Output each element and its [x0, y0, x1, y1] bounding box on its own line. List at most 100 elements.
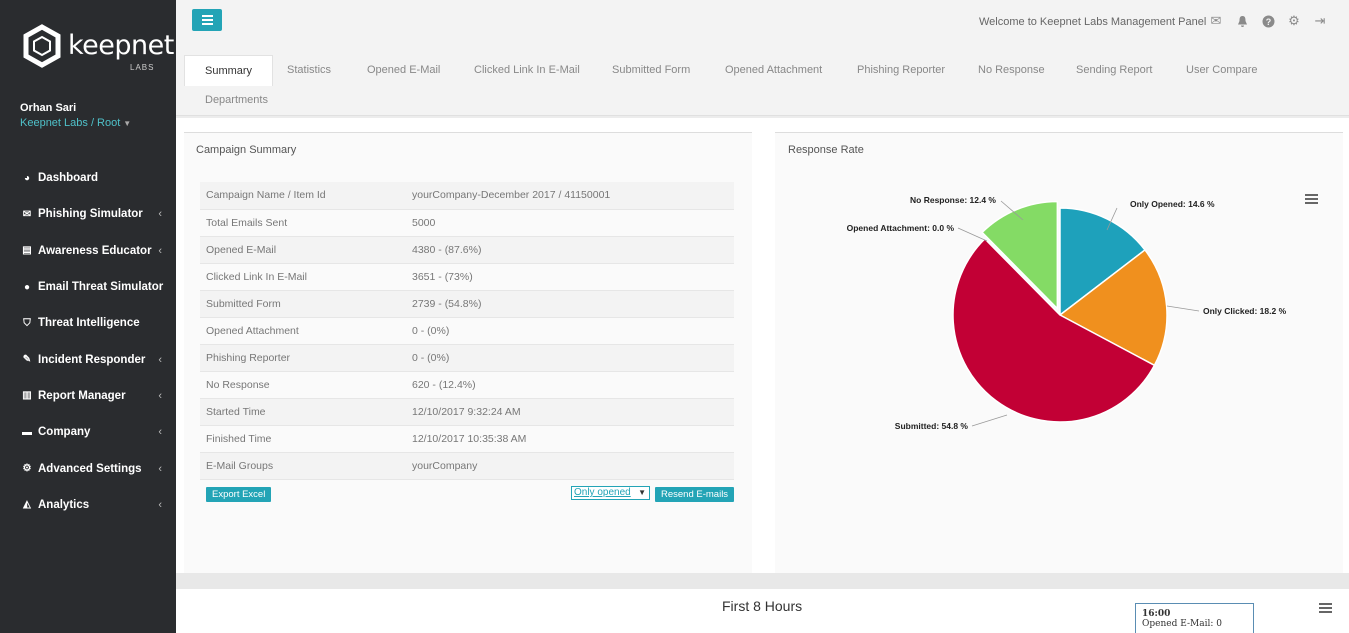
summary-key: Campaign Name / Item Id [200, 182, 406, 210]
pie-connector [1166, 305, 1200, 312]
shield-icon: ⛉ [23, 317, 31, 329]
response-rate-title: Response Rate [788, 144, 864, 156]
response-rate-pie-chart: Only Opened: 14.6 % Only Clicked: 18.2 % S… [847, 195, 1287, 431]
sidebar-item-threat-intelligence[interactable]: ⛉ Threat Intelligence [0, 305, 176, 341]
sidebar-item-company[interactable]: ▬ Company ‹ [0, 414, 176, 450]
tab-clicked-link[interactable]: Clicked Link In E-Mail [454, 55, 600, 86]
response-filter-value: Only opened [574, 487, 631, 498]
campaign-summary-title: Campaign Summary [196, 144, 297, 156]
keepnet-logo-icon [23, 24, 61, 68]
summary-value: 620 - (12.4%) [406, 371, 734, 399]
pie-data-label: Submitted: 54.8 % [895, 421, 969, 431]
response-filter-select[interactable]: Only opened ▼ [571, 486, 650, 500]
welcome-text: Welcome to Keepnet Labs Management Panel [979, 16, 1207, 28]
chevron-down-icon: ▼ [638, 488, 646, 497]
sidebar-item-analytics[interactable]: ◭ Analytics ‹ [0, 487, 176, 523]
sidebar-item-label: Email Threat Simulator [38, 281, 164, 294]
resend-emails-button[interactable]: Resend E-mails [655, 487, 735, 502]
tab-statistics[interactable]: Statistics [267, 55, 351, 86]
summary-key: No Response [200, 371, 406, 399]
tab-user-compare[interactable]: User Compare [1166, 55, 1278, 86]
sidebar-nav: ◕ Dashboard ✉ Phishing Simulator ‹ ▤ Awarene… [0, 160, 176, 523]
sidebar-item-label: Analytics [38, 498, 90, 511]
logout-icon[interactable]: ⇥ [1312, 13, 1328, 29]
summary-key: Started Time [200, 398, 406, 426]
cogs-icon[interactable]: ⚙ [1286, 13, 1302, 29]
summary-key: Opened Attachment [200, 317, 406, 345]
sidebar-item-label: Phishing Simulator [38, 208, 143, 221]
table-row: Finished Time 12/10/2017 10:35:38 AM [200, 425, 734, 453]
caret-down-icon: ▼ [123, 119, 132, 128]
tab-bar: Summary Statistics Opened E-Mail Clicked… [176, 44, 1349, 116]
svg-text:?: ? [1265, 17, 1271, 27]
tab-phishing-reporter[interactable]: Phishing Reporter [837, 55, 965, 86]
chart-menu-icon[interactable] [1305, 194, 1318, 204]
tab-sending-report[interactable]: Sending Report [1056, 55, 1172, 86]
sidebar-item-incident-responder[interactable]: ✎ Incident Responder ‹ [0, 341, 176, 377]
pie-data-label: Only Opened: 14.6 % [1130, 199, 1215, 209]
table-row: Opened E-Mail 4380 - (87.6%) [200, 236, 734, 264]
chart-menu-icon[interactable] [1319, 603, 1332, 613]
table-row: Submitted Form 2739 - (54.8%) [200, 290, 734, 318]
tab-departments[interactable]: Departments [185, 85, 288, 116]
sidebar-item-label: Dashboard [38, 172, 99, 185]
sidebar-item-phishing-simulator[interactable]: ✉ Phishing Simulator ‹ [0, 196, 176, 232]
summary-value: 0 - (0%) [406, 344, 734, 372]
sidebar: keepnet LABS Orhan Sari Keepnet Labs / R… [0, 0, 176, 633]
sidebar-item-label: Threat Intelligence [38, 317, 140, 330]
tab-summary[interactable]: Summary [184, 55, 274, 86]
summary-key: Phishing Reporter [200, 344, 406, 372]
table-row: Total Emails Sent 5000 [200, 209, 734, 237]
bell-icon[interactable] [1234, 13, 1250, 29]
summary-key: Submitted Form [200, 290, 406, 318]
help-icon[interactable]: ? [1260, 13, 1276, 29]
bar-chart-icon: ▥ [22, 390, 32, 402]
summary-value: 4380 - (87.6%) [406, 236, 734, 264]
summary-value: 0 - (0%) [406, 317, 734, 345]
sidebar-item-label: Report Manager [38, 389, 126, 402]
first-8-hours-title: First 8 Hours [722, 598, 803, 614]
summary-key: Total Emails Sent [200, 209, 406, 237]
user-org-dropdown[interactable]: Keepnet Labs / Root ▼ [20, 117, 131, 129]
tab-opened-email[interactable]: Opened E-Mail [347, 55, 460, 86]
chevron-left-icon: ‹ [158, 208, 162, 221]
summary-value: 12/10/2017 9:32:24 AM [406, 398, 734, 426]
sidebar-item-awareness-educator[interactable]: ▤ Awareness Educator ‹ [0, 233, 176, 269]
section-divider [176, 573, 1349, 589]
summary-value: 2739 - (54.8%) [406, 290, 734, 318]
summary-value: yourCompany [406, 452, 734, 480]
chevron-left-icon: ‹ [158, 426, 162, 439]
tab-submitted-form[interactable]: Submitted Form [592, 55, 710, 86]
menu-toggle-button[interactable] [192, 9, 222, 31]
area-chart-icon: ◭ [23, 499, 31, 511]
summary-value: 5000 [406, 209, 734, 237]
sidebar-item-email-threat-simulator[interactable]: ● Email Threat Simulator [0, 269, 176, 305]
tab-no-response[interactable]: No Response [958, 55, 1065, 86]
table-row: Campaign Name / Item Id yourCompany-Decem… [200, 182, 734, 210]
top-bar: Welcome to Keepnet Labs Management Panel… [176, 0, 1349, 44]
keepnet-logo[interactable]: keepnet LABS [20, 24, 174, 74]
summary-value: 12/10/2017 10:35:38 AM [406, 425, 734, 453]
summary-key: Clicked Link In E-Mail [200, 263, 406, 291]
table-row: Clicked Link In E-Mail 3651 - (73%) [200, 263, 734, 291]
dashboard-icon: ◕ [23, 172, 31, 184]
pie-data-label: No Response: 12.4 % [910, 195, 996, 205]
sidebar-item-dashboard[interactable]: ◕ Dashboard [0, 160, 176, 196]
sidebar-item-label: Incident Responder [38, 353, 146, 366]
table-row: No Response 620 - (12.4%) [200, 371, 734, 399]
chevron-left-icon: ‹ [158, 498, 162, 511]
eraser-icon: ✎ [22, 354, 32, 366]
export-excel-button[interactable]: Export Excel [206, 487, 272, 502]
chevron-left-icon: ‹ [158, 389, 162, 402]
envelope-icon: ✉ [22, 208, 32, 220]
sidebar-item-report-manager[interactable]: ▥ Report Manager ‹ [0, 378, 176, 414]
chevron-left-icon: ‹ [158, 353, 162, 366]
campaign-summary-table: Campaign Name / Item Id yourCompany-Decem… [200, 182, 734, 480]
cogs-icon: ⚙ [22, 463, 32, 475]
pie-data-label: Only Clicked: 18.2 % [1203, 306, 1287, 316]
sidebar-item-advanced-settings[interactable]: ⚙ Advanced Settings ‹ [0, 450, 176, 486]
table-row: E-Mail Groups yourCompany [200, 452, 734, 480]
sidebar-item-label: Company [38, 426, 91, 439]
tab-opened-attachment[interactable]: Opened Attachment [705, 55, 842, 86]
envelope-icon[interactable]: ✉ [1208, 13, 1224, 29]
